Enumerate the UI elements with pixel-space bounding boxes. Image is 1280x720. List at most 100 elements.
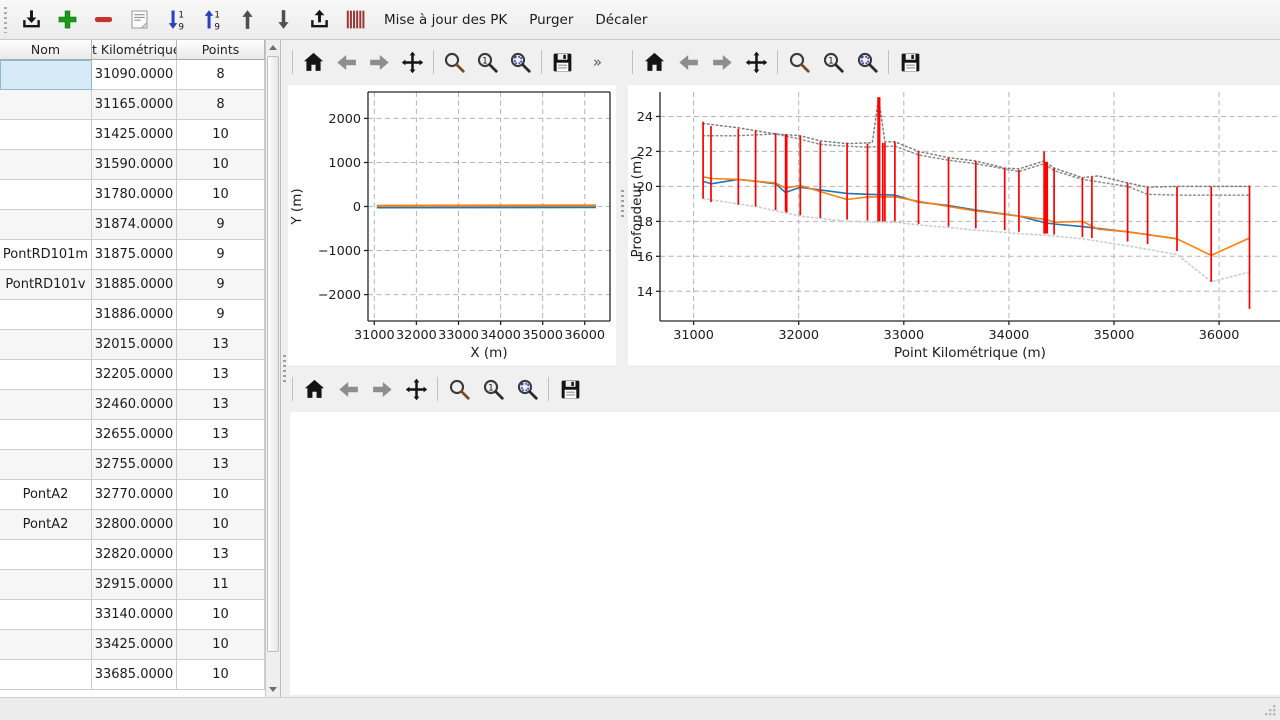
save-button[interactable] [549, 48, 576, 76]
table-cell[interactable]: 10 [177, 120, 265, 150]
empty-plot-canvas[interactable] [290, 412, 1280, 695]
table-cell[interactable]: 32205.0000 [92, 360, 177, 390]
table-cell[interactable]: PontRD101v [0, 270, 92, 300]
table-cell[interactable]: 10 [177, 660, 265, 690]
table-cell[interactable]: PontRD101m [0, 240, 92, 270]
table-cell[interactable]: 13 [177, 390, 265, 420]
table-cell[interactable]: 32755.0000 [92, 450, 177, 480]
table-cell[interactable] [0, 360, 92, 390]
forward-button[interactable] [366, 48, 393, 76]
back-button[interactable] [334, 375, 362, 403]
table-cell[interactable]: 33425.0000 [92, 630, 177, 660]
table-cell[interactable]: 33140.0000 [92, 600, 177, 630]
back-button[interactable] [333, 48, 360, 76]
zoom-button[interactable] [445, 375, 473, 403]
table-cell[interactable] [0, 570, 92, 600]
home-button[interactable] [300, 48, 327, 76]
table-scrollbar[interactable] [265, 40, 280, 697]
table-cell[interactable]: 31780.0000 [92, 180, 177, 210]
table-cell[interactable]: 10 [177, 150, 265, 180]
table-cell[interactable]: 10 [177, 180, 265, 210]
table-cell[interactable] [0, 300, 92, 330]
plots-splitter-handle[interactable] [616, 40, 628, 367]
table-cell[interactable] [0, 180, 92, 210]
table-cell[interactable] [0, 150, 92, 180]
table-cell[interactable]: 9 [177, 210, 265, 240]
main-splitter-handle[interactable] [281, 40, 288, 697]
table-cell[interactable]: 10 [177, 510, 265, 540]
table-cell[interactable]: 9 [177, 240, 265, 270]
table-cell[interactable] [0, 660, 92, 690]
table-cell[interactable]: 33685.0000 [92, 660, 177, 690]
update-pk-button[interactable]: Mise à jour des PK [374, 5, 517, 35]
pan-button[interactable] [402, 375, 430, 403]
table-cell[interactable] [0, 330, 92, 360]
scrollbar-thumb[interactable] [267, 56, 279, 652]
zoom-button[interactable] [441, 48, 468, 76]
resize-grip[interactable] [1264, 704, 1277, 717]
table-cell[interactable]: 8 [177, 60, 265, 90]
pan-button[interactable] [399, 48, 426, 76]
table-cell[interactable]: 31590.0000 [92, 150, 177, 180]
zoom-fit-button[interactable] [513, 375, 541, 403]
shift-button[interactable]: Décaler [585, 5, 657, 35]
sort-ascending-button[interactable]: 19 [158, 3, 192, 37]
move-down-button[interactable] [266, 3, 300, 37]
scroll-up-button[interactable] [266, 40, 280, 55]
table-cell[interactable]: 31875.0000 [92, 240, 177, 270]
forward-button[interactable] [708, 48, 736, 76]
sort-descending-button[interactable]: 19 [194, 3, 228, 37]
move-up-button[interactable] [230, 3, 264, 37]
table-cell[interactable]: 31886.0000 [92, 300, 177, 330]
table-cell[interactable] [0, 60, 92, 90]
table-cell[interactable] [0, 210, 92, 240]
toolbar-drag-handle[interactable] [4, 7, 7, 33]
table-cell[interactable]: 32800.0000 [92, 510, 177, 540]
table-cell[interactable] [0, 600, 92, 630]
table-cell[interactable]: 32770.0000 [92, 480, 177, 510]
add-button[interactable] [50, 3, 84, 37]
table-cell[interactable]: 31874.0000 [92, 210, 177, 240]
table-cell[interactable]: 13 [177, 420, 265, 450]
table-body[interactable]: 31090.0000831165.0000831425.00001031590.… [0, 60, 265, 697]
table-cell[interactable] [0, 120, 92, 150]
purge-button[interactable]: Purger [519, 5, 583, 35]
table-cell[interactable]: 8 [177, 90, 265, 120]
zoom-region-button[interactable]: 1 [479, 375, 507, 403]
column-header[interactable]: Nom [0, 40, 92, 60]
table-cell[interactable]: 10 [177, 480, 265, 510]
forward-button[interactable] [368, 375, 396, 403]
remove-button[interactable] [86, 3, 120, 37]
scroll-down-button[interactable] [266, 682, 280, 697]
column-header[interactable]: t Kilométrique [92, 40, 177, 60]
pan-button[interactable] [742, 48, 770, 76]
table-cell[interactable]: 32820.0000 [92, 540, 177, 570]
notes-button[interactable] [122, 3, 156, 37]
save-button[interactable] [896, 48, 924, 76]
save-button[interactable] [556, 375, 584, 403]
toolbar-overflow-button[interactable]: » [579, 53, 616, 71]
table-cell[interactable]: 11 [177, 570, 265, 600]
table-cell[interactable]: 9 [177, 300, 265, 330]
table-cell[interactable]: 32655.0000 [92, 420, 177, 450]
zoom-region-button[interactable]: 1 [819, 48, 847, 76]
import-button[interactable] [14, 3, 48, 37]
table-cell[interactable]: 32460.0000 [92, 390, 177, 420]
table-cell[interactable]: PontA2 [0, 510, 92, 540]
xy-plot-canvas[interactable]: 310003200033000340003500036000−2000−1000… [288, 85, 616, 365]
table-cell[interactable] [0, 630, 92, 660]
table-cell[interactable] [0, 420, 92, 450]
column-header[interactable]: Points [177, 40, 265, 60]
table-cell[interactable]: 31425.0000 [92, 120, 177, 150]
table-cell[interactable]: PontA2 [0, 480, 92, 510]
export-button[interactable] [302, 3, 336, 37]
table-cell[interactable] [0, 540, 92, 570]
table-cell[interactable]: 9 [177, 270, 265, 300]
back-button[interactable] [674, 48, 702, 76]
table-cell[interactable]: 13 [177, 450, 265, 480]
zoom-fit-button[interactable] [853, 48, 881, 76]
table-cell[interactable]: 13 [177, 330, 265, 360]
table-cell[interactable]: 10 [177, 600, 265, 630]
home-button[interactable] [640, 48, 668, 76]
table-cell[interactable]: 13 [177, 540, 265, 570]
